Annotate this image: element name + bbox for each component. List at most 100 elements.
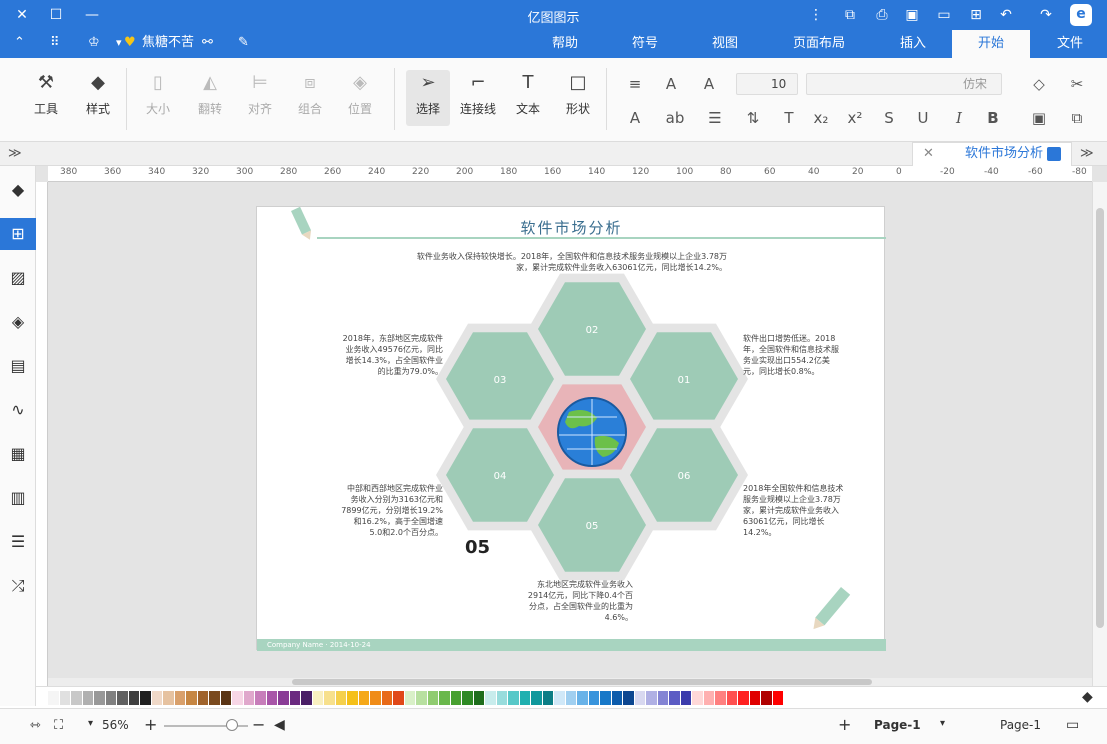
paste-icon[interactable]: ▣	[1026, 107, 1052, 129]
underline-icon[interactable]: U	[910, 107, 936, 129]
share-icon[interactable]: ⚯	[202, 34, 213, 52]
image-icon[interactable]: ▨	[6, 266, 30, 290]
diagram-page[interactable]: 软件市场分析 02 01 03 06 04 05 软件业务收入保持较快增长。2018年，全…	[256, 206, 886, 651]
expand-sidebar-icon[interactable]: ≫	[8, 145, 22, 163]
document-tab[interactable]: ✕ 软件市场分析	[912, 142, 1072, 166]
new-icon[interactable]: ⊞	[966, 5, 986, 25]
font-smaller-icon[interactable]: A	[656, 73, 686, 95]
color-swatch[interactable]	[416, 691, 427, 705]
color-swatch[interactable]	[738, 691, 749, 705]
print-icon[interactable]: ⎙	[872, 5, 892, 25]
color-swatch[interactable]	[404, 691, 415, 705]
fit-width-icon[interactable]: ⇿	[30, 718, 41, 733]
play-icon[interactable]: ◀	[274, 717, 285, 733]
color-swatch[interactable]	[726, 691, 737, 705]
color-swatch[interactable]	[519, 691, 530, 705]
color-swatch[interactable]	[312, 691, 323, 705]
panel-toggle-icon[interactable]: ▭	[1066, 717, 1079, 733]
shirt-icon[interactable]: ♔	[88, 34, 100, 52]
color-swatch[interactable]	[600, 691, 611, 705]
color-swatch[interactable]	[163, 691, 174, 705]
paragraph-top[interactable]: 软件业务收入保持较快增长。2018年，全国软件和信息技术服务业规模以上企业3.7…	[407, 251, 727, 273]
tab-symbol[interactable]: 符号	[620, 30, 670, 58]
paragraph-right-top[interactable]: 软件出口增势低迷。2018年，全国软件和信息技术服务业实现出口554.2亿美元，…	[743, 333, 845, 377]
font-size-select[interactable]: 10	[736, 73, 798, 95]
color-swatch[interactable]	[439, 691, 450, 705]
color-swatch[interactable]	[496, 691, 507, 705]
page-select-label[interactable]: Page-1	[1000, 718, 1041, 732]
cut-icon[interactable]: ✂	[1064, 73, 1090, 95]
strikethrough-icon[interactable]: S	[876, 107, 902, 129]
color-swatch[interactable]	[209, 691, 220, 705]
zoom-out-icon[interactable]: −	[252, 715, 265, 734]
add-page-icon[interactable]: +	[838, 715, 851, 734]
connector-button[interactable]: ⌐ 连接线	[456, 72, 500, 117]
paragraph-left-top[interactable]: 2018年，东部地区完成软件业务收入49576亿元，同比增长14.3%，占全国软…	[341, 333, 443, 377]
color-swatch[interactable]	[669, 691, 680, 705]
line-spacing-icon[interactable]: ≡	[620, 73, 650, 95]
color-swatch[interactable]	[59, 691, 70, 705]
color-swatch[interactable]	[140, 691, 151, 705]
fullscreen-icon[interactable]: ⛶	[54, 718, 63, 733]
color-swatch[interactable]	[577, 691, 588, 705]
color-swatch[interactable]	[278, 691, 289, 705]
color-swatch[interactable]	[761, 691, 772, 705]
color-swatch[interactable]	[611, 691, 622, 705]
style-button[interactable]: ◆ 样式	[76, 72, 120, 117]
color-swatch[interactable]	[48, 691, 59, 705]
minimize-icon[interactable]: —	[82, 5, 102, 25]
big-number[interactable]: 05	[465, 537, 490, 558]
color-swatch[interactable]	[749, 691, 760, 705]
color-swatch[interactable]	[623, 691, 634, 705]
tab-insert[interactable]: 插入	[888, 30, 938, 58]
page-icon[interactable]: ▤	[6, 354, 30, 378]
table-icon[interactable]: ▦	[6, 442, 30, 466]
tab-view[interactable]: 视图	[700, 30, 750, 58]
tool-button[interactable]: ⚒ 工具	[24, 72, 68, 117]
zoom-slider-thumb[interactable]	[226, 719, 238, 731]
color-swatch[interactable]	[554, 691, 565, 705]
tab-file[interactable]: 文件	[1044, 30, 1096, 58]
color-swatch[interactable]	[289, 691, 300, 705]
color-swatch[interactable]	[772, 691, 783, 705]
color-swatch[interactable]	[473, 691, 484, 705]
italic-icon[interactable]: I	[946, 107, 972, 129]
align-button[interactable]: ⊨ 对齐	[238, 72, 282, 117]
color-swatch[interactable]	[335, 691, 346, 705]
color-swatch[interactable]	[588, 691, 599, 705]
outline-icon[interactable]: ☰	[6, 530, 30, 554]
color-swatch[interactable]	[508, 691, 519, 705]
color-swatch[interactable]	[646, 691, 657, 705]
chart-icon[interactable]: ∿	[6, 398, 30, 422]
zoom-in-icon[interactable]: +	[144, 715, 157, 734]
select-button[interactable]: ➢ 选择	[406, 70, 450, 126]
color-swatch[interactable]	[358, 691, 369, 705]
color-swatch[interactable]	[301, 691, 312, 705]
text-highlight-icon[interactable]: ab	[660, 107, 690, 129]
color-swatch[interactable]	[128, 691, 139, 705]
color-swatch[interactable]	[117, 691, 128, 705]
color-swatch[interactable]	[220, 691, 231, 705]
expand-panel-icon[interactable]: ≫	[1080, 145, 1094, 163]
page-dropdown-icon[interactable]: ▾	[940, 718, 945, 729]
size-button[interactable]: ▯ 大小	[136, 72, 180, 117]
color-swatch[interactable]	[634, 691, 645, 705]
color-swatch[interactable]	[197, 691, 208, 705]
bold-icon[interactable]: B	[980, 107, 1006, 129]
color-swatch[interactable]	[485, 691, 496, 705]
color-swatch[interactable]	[565, 691, 576, 705]
format-painter-icon[interactable]: ◇	[1026, 73, 1052, 95]
color-swatch[interactable]	[324, 691, 335, 705]
fill-icon[interactable]: ◆	[1082, 689, 1093, 705]
color-swatch[interactable]	[427, 691, 438, 705]
position-button[interactable]: ◈ 位置	[338, 72, 382, 117]
color-swatch[interactable]	[255, 691, 266, 705]
history-icon[interactable]: ▥	[6, 486, 30, 510]
color-swatch[interactable]	[232, 691, 243, 705]
shape-button[interactable]: □ 形状	[556, 72, 600, 117]
redo-icon[interactable]: ↷	[1036, 5, 1056, 25]
superscript-icon[interactable]: x²	[842, 107, 868, 129]
font-name-select[interactable]: 仿宋	[806, 73, 1002, 95]
tab-help[interactable]: 帮助	[540, 30, 590, 58]
color-swatch[interactable]	[243, 691, 254, 705]
